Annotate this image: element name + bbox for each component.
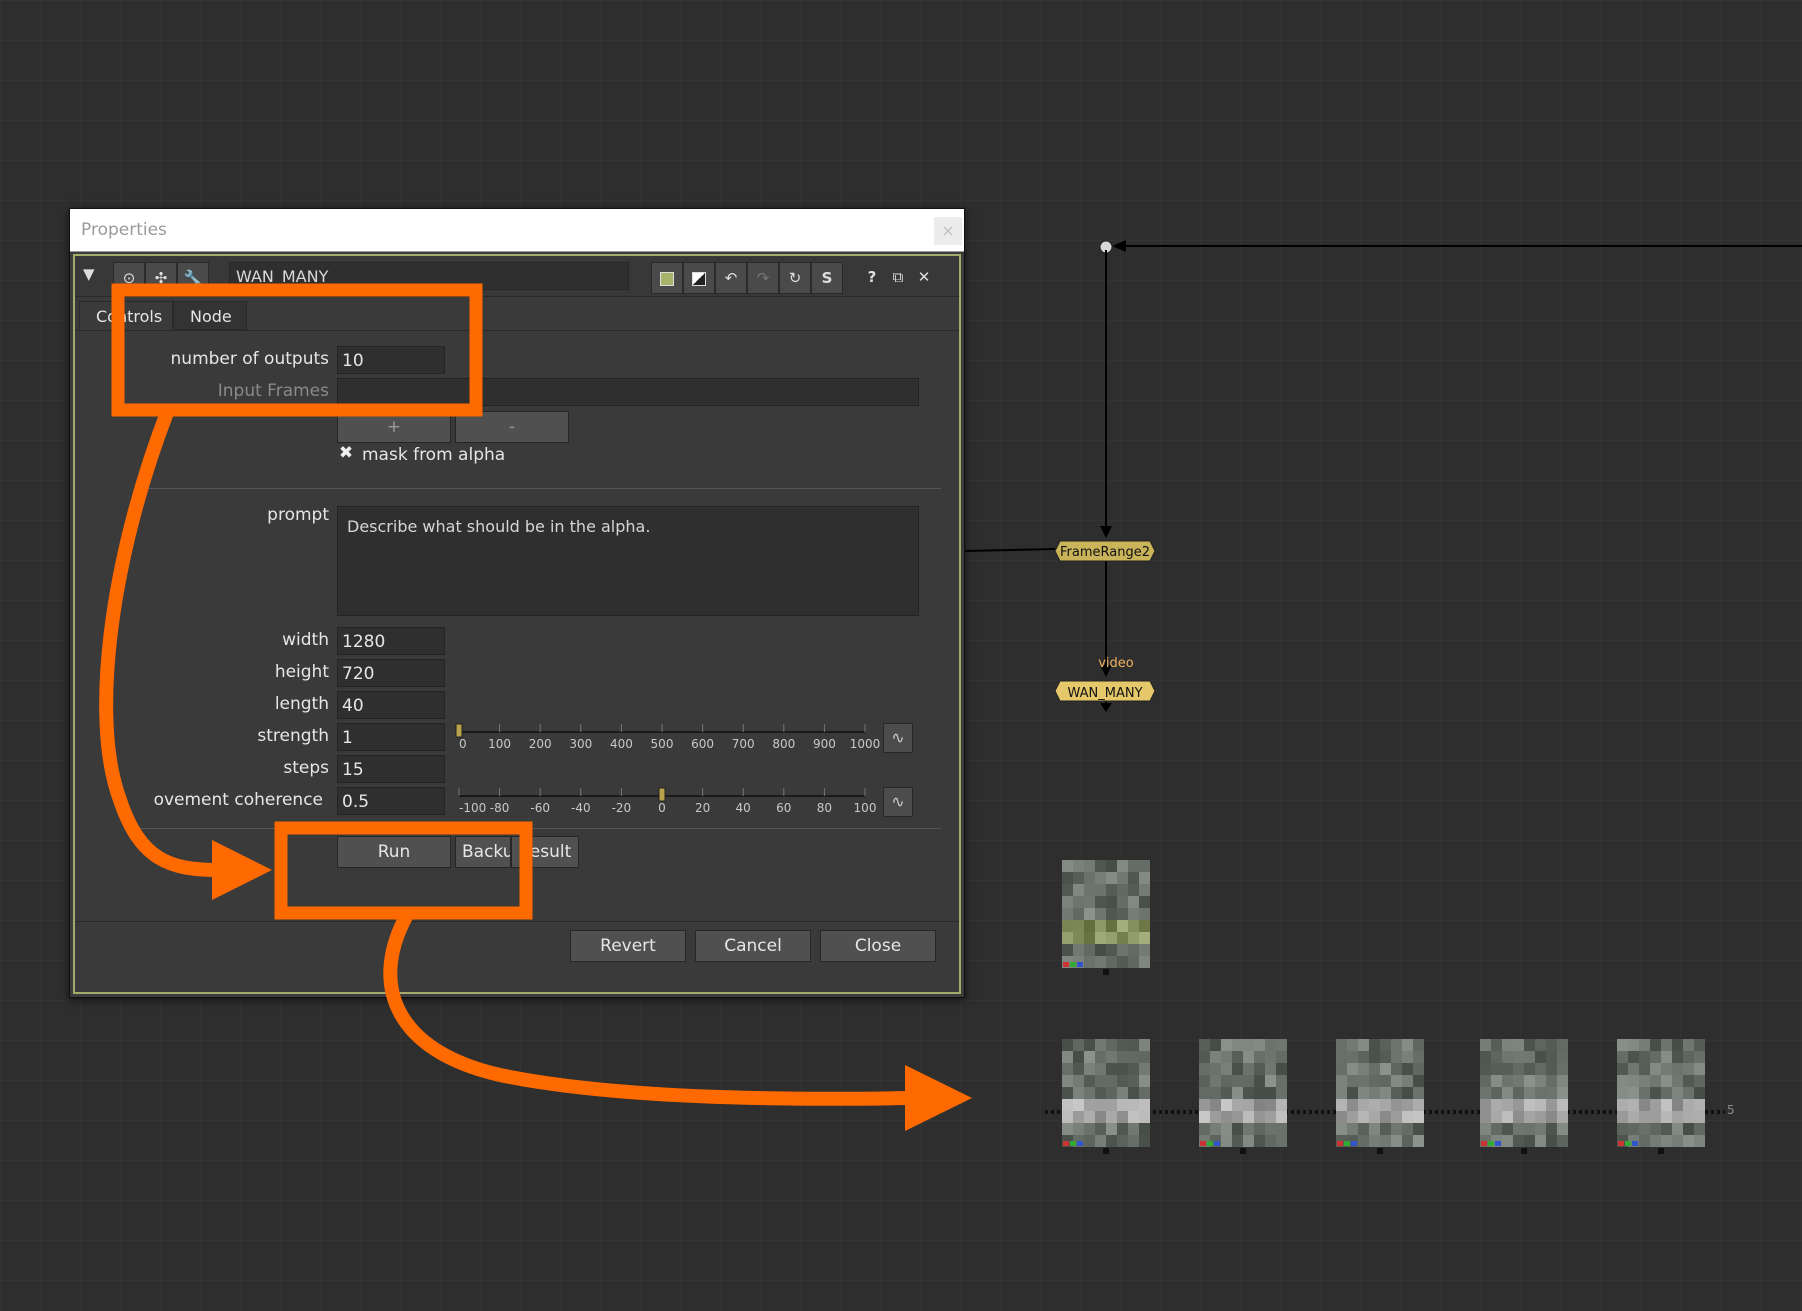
highlight-box-outputs bbox=[111, 283, 483, 417]
highlight-box-run bbox=[274, 821, 533, 920]
annotation-overlay bbox=[99, 283, 972, 1131]
arrow-head-icon bbox=[905, 1065, 972, 1131]
annotation-arrow-2 bbox=[383, 909, 911, 1106]
annotation-arrow-1 bbox=[99, 407, 219, 877]
arrow-head-icon bbox=[212, 840, 272, 900]
